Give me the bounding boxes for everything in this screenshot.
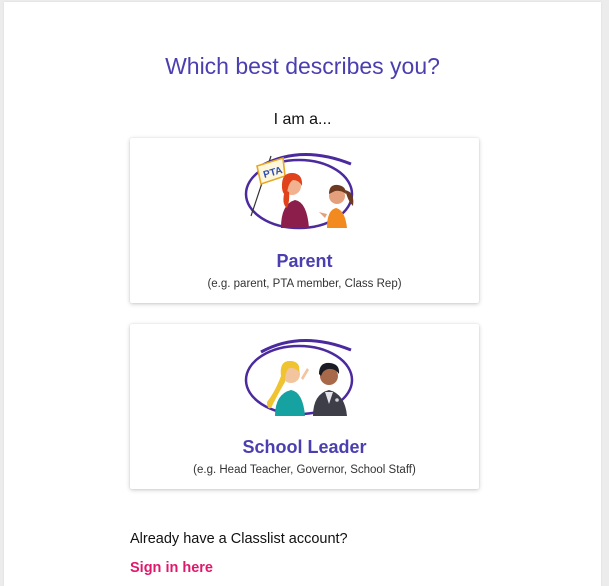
parent-option-card[interactable]: PTA Parent (e.g. parent, PTA member, Cla…: [130, 138, 479, 303]
school-leader-option-description: (e.g. Head Teacher, Governor, School Sta…: [193, 464, 416, 476]
parent-option-description: (e.g. parent, PTA member, Class Rep): [207, 278, 402, 290]
school-leader-option-card[interactable]: School Leader (e.g. Head Teacher, Govern…: [130, 324, 479, 489]
page-title: Which best describes you?: [165, 53, 440, 79]
page: Which best describes you? I am a... PTA …: [4, 2, 601, 586]
school-leader-option-title: School Leader: [242, 437, 367, 457]
role-prompt: I am a...: [273, 111, 332, 128]
sign-in-link[interactable]: Sign in here: [130, 559, 213, 577]
school-leader-illustration: [244, 339, 354, 416]
existing-account-question: Already have a Classlist account?: [130, 531, 348, 547]
parent-option-title: Parent: [276, 251, 333, 271]
parent-pta-illustration: PTA: [244, 153, 354, 230]
